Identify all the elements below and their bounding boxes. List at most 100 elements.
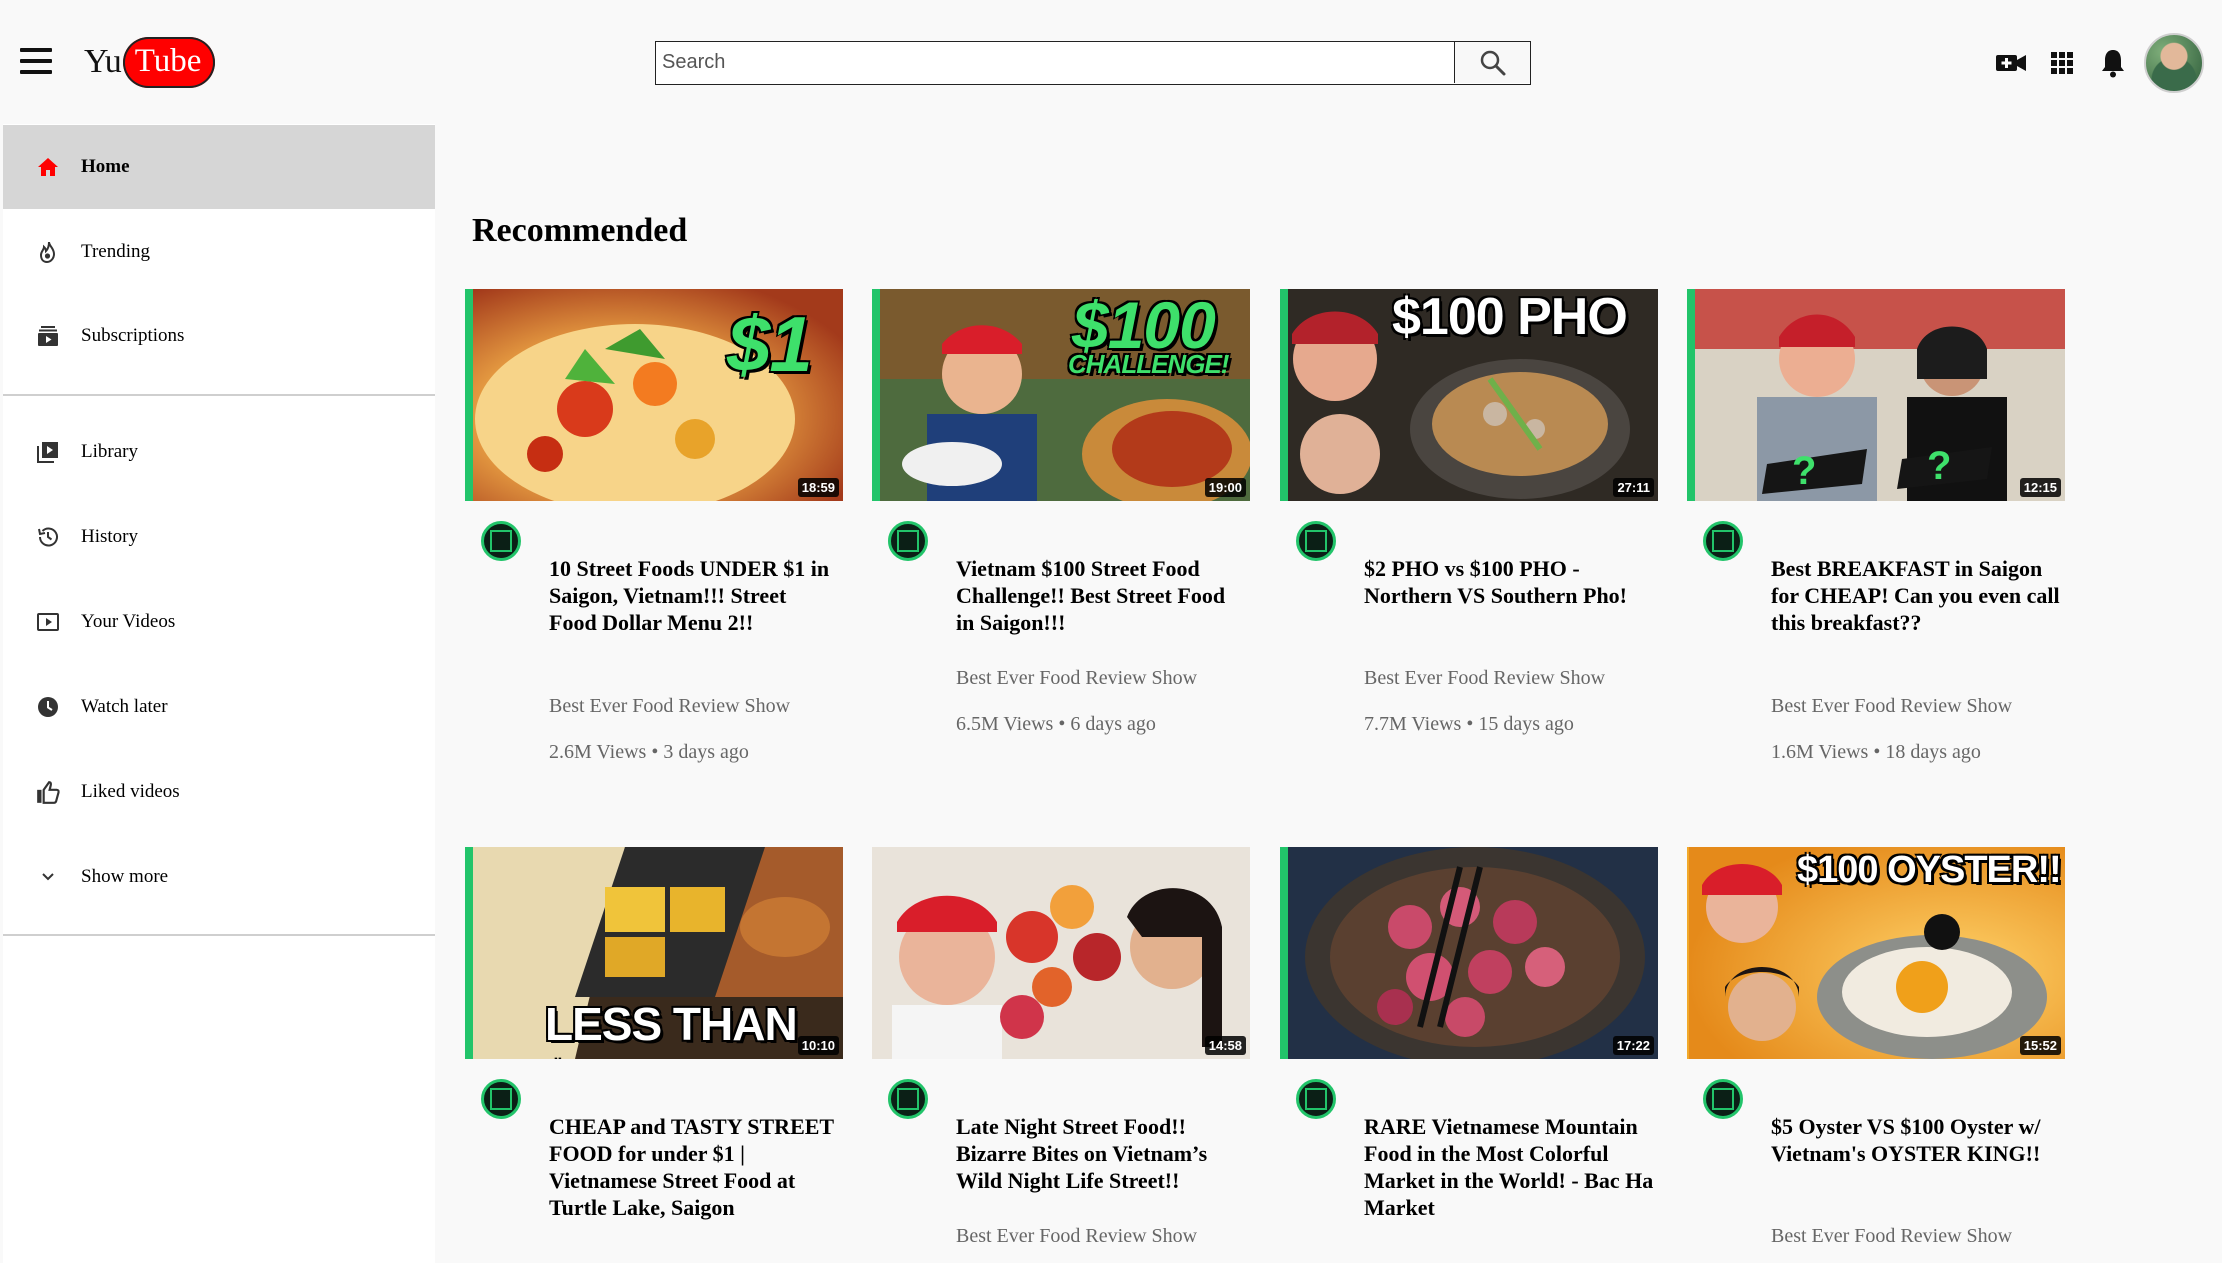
chevron-down-icon (33, 862, 63, 892)
video-thumbnail[interactable]: $100 PHO 27:11 (1280, 289, 1658, 501)
video-card[interactable]: 17:22 RARE Vietnamese Mountain Food in t… (1280, 847, 1658, 1220)
video-title[interactable]: Best BREAKFAST in Saigon for CHEAP! Can … (1771, 555, 2061, 636)
search-icon (1480, 50, 1505, 75)
video-thumbnail[interactable]: LESS THAN $1 10:10 (465, 847, 843, 1059)
video-meta: 7.7M Views • 15 days ago (1364, 713, 1574, 735)
sidebar-item-your-videos[interactable]: Your Videos (3, 580, 435, 664)
clock-icon (33, 692, 63, 722)
home-icon (33, 152, 63, 182)
sidebar: Home Trending Subscriptions Library Hist… (3, 124, 435, 1263)
video-title[interactable]: Late Night Street Food!! Bizarre Bites o… (956, 1113, 1246, 1194)
channel-avatar[interactable] (888, 1079, 928, 1119)
channel-avatar[interactable] (1703, 1079, 1743, 1119)
thumbnail-caption: $100 PHO (1392, 289, 1628, 346)
channel-avatar[interactable] (1296, 1079, 1336, 1119)
video-thumbnail[interactable]: ? ? 12:15 (1687, 289, 2065, 501)
video-meta: 6.5M Views • 6 days ago (956, 713, 1156, 735)
video-thumbnail[interactable]: 14:58 (872, 847, 1250, 1059)
video-card[interactable]: 14:58 Late Night Street Food!! Bizarre B… (872, 847, 1250, 1247)
logo-text-left: Yu (84, 43, 122, 80)
channel-avatar[interactable] (481, 521, 521, 561)
video-title[interactable]: 10 Street Foods UNDER $1 in Saigon, Viet… (549, 555, 839, 636)
channel-avatar[interactable] (481, 1079, 521, 1119)
video-title[interactable]: $2 PHO vs $100 PHO - Northern VS Souther… (1364, 555, 1654, 609)
menu-icon[interactable] (20, 48, 52, 74)
video-card[interactable]: LESS THAN $1 10:10 CHEAP and TASTY STREE… (465, 847, 843, 1220)
sidebar-item-label: Liked videos (81, 781, 180, 802)
library-icon (33, 437, 63, 467)
search-bar (655, 41, 1531, 85)
history-icon (33, 522, 63, 552)
sidebar-item-watch-later[interactable]: Watch later (3, 665, 435, 749)
thumbnail-caption: $1 (727, 300, 813, 388)
channel-name[interactable]: Best Ever Food Review Show (956, 667, 1197, 690)
duration-badge: 15:52 (2019, 1036, 2061, 1055)
sidebar-divider (3, 934, 435, 936)
duration-badge: 12:15 (2019, 478, 2061, 497)
search-input[interactable] (656, 42, 1456, 83)
duration-badge: 19:00 (1204, 478, 1246, 497)
svg-text:?: ? (1792, 449, 1816, 493)
sidebar-item-label: Show more (81, 866, 169, 887)
sidebar-item-label: Library (81, 441, 138, 462)
section-title: Recommended (472, 212, 688, 249)
video-title[interactable]: CHEAP and TASTY STREET FOOD for under $1… (549, 1113, 839, 1221)
sidebar-item-library[interactable]: Library (3, 410, 435, 494)
sidebar-item-label: Your Videos (81, 611, 176, 632)
sidebar-item-label: Watch later (81, 696, 168, 717)
sidebar-item-show-more[interactable]: Show more (3, 835, 435, 919)
sidebar-item-label: Trending (81, 241, 150, 262)
duration-badge: 27:11 (1613, 478, 1654, 497)
channel-name[interactable]: Best Ever Food Review Show (549, 695, 790, 718)
sidebar-item-subscriptions[interactable]: Subscriptions (3, 294, 435, 378)
channel-name[interactable]: Best Ever Food Review Show (956, 1225, 1197, 1248)
video-title[interactable]: RARE Vietnamese Mountain Food in the Mos… (1364, 1113, 1654, 1221)
thumbnail-subcaption: CHALLENGE! (1068, 349, 1229, 379)
video-meta: 2.6M Views • 3 days ago (549, 741, 749, 763)
video-thumbnail[interactable]: $100 OYSTER!! 15:52 (1687, 847, 2065, 1059)
video-meta: 1.6M Views • 18 days ago (1771, 741, 1981, 763)
top-bar: Yu Tube (0, 0, 2222, 124)
bell-icon[interactable] (2096, 46, 2130, 80)
duration-badge: 17:22 (1612, 1036, 1654, 1055)
search-button[interactable] (1454, 42, 1530, 83)
video-camera-icon[interactable] (1994, 46, 2028, 80)
duration-badge: 18:59 (797, 478, 839, 497)
video-card[interactable]: ? ? 12:15 Best BREAKFAST in Saigon for C… (1687, 289, 2065, 763)
avatar[interactable] (2144, 33, 2204, 93)
thumbs-up-icon (33, 777, 63, 807)
channel-name[interactable]: Best Ever Food Review Show (1771, 695, 2012, 718)
sidebar-item-home[interactable]: Home (3, 125, 435, 209)
channel-avatar[interactable] (1296, 521, 1336, 561)
thumbnail-caption: $100 OYSTER!! (1797, 849, 2062, 891)
sidebar-item-label: Subscriptions (81, 325, 185, 346)
sidebar-divider (3, 394, 435, 396)
svg-text:?: ? (1927, 444, 1951, 488)
video-card[interactable]: $100 CHALLENGE! 19:00 Vietnam $100 Stree… (872, 289, 1250, 735)
video-card[interactable]: $1 18:59 10 Street Foods UNDER $1 in Sai… (465, 289, 843, 763)
sidebar-item-liked-videos[interactable]: Liked videos (3, 750, 435, 834)
sidebar-item-trending[interactable]: Trending (3, 210, 435, 294)
logo-text-right: Tube (122, 36, 216, 88)
youtube-logo[interactable]: Yu Tube (84, 34, 216, 90)
video-title[interactable]: $5 Oyster VS $100 Oyster w/ Vietnam's OY… (1771, 1113, 2061, 1167)
video-title[interactable]: Vietnam $100 Street Food Challenge!! Bes… (956, 555, 1246, 636)
video-thumbnail[interactable]: $1 18:59 (465, 289, 843, 501)
channel-name[interactable]: Best Ever Food Review Show (1771, 1225, 2012, 1248)
subscriptions-icon (33, 321, 63, 351)
duration-badge: 10:10 (797, 1036, 839, 1055)
channel-avatar[interactable] (1703, 521, 1743, 561)
play-box-icon (33, 607, 63, 637)
video-card[interactable]: $100 OYSTER!! 15:52 $5 Oyster VS $100 Oy… (1687, 847, 2065, 1247)
sidebar-item-label: History (81, 526, 138, 547)
sidebar-item-history[interactable]: History (3, 495, 435, 579)
duration-badge: 14:58 (1204, 1036, 1246, 1055)
channel-avatar[interactable] (888, 521, 928, 561)
sidebar-item-label: Home (81, 156, 130, 177)
video-thumbnail[interactable]: $100 CHALLENGE! 19:00 (872, 289, 1250, 501)
video-card[interactable]: $100 PHO 27:11 $2 PHO vs $100 PHO - Nort… (1280, 289, 1658, 735)
flame-icon (33, 237, 63, 267)
apps-grid-icon[interactable] (2045, 46, 2079, 80)
channel-name[interactable]: Best Ever Food Review Show (1364, 667, 1605, 690)
video-thumbnail[interactable]: 17:22 (1280, 847, 1658, 1059)
